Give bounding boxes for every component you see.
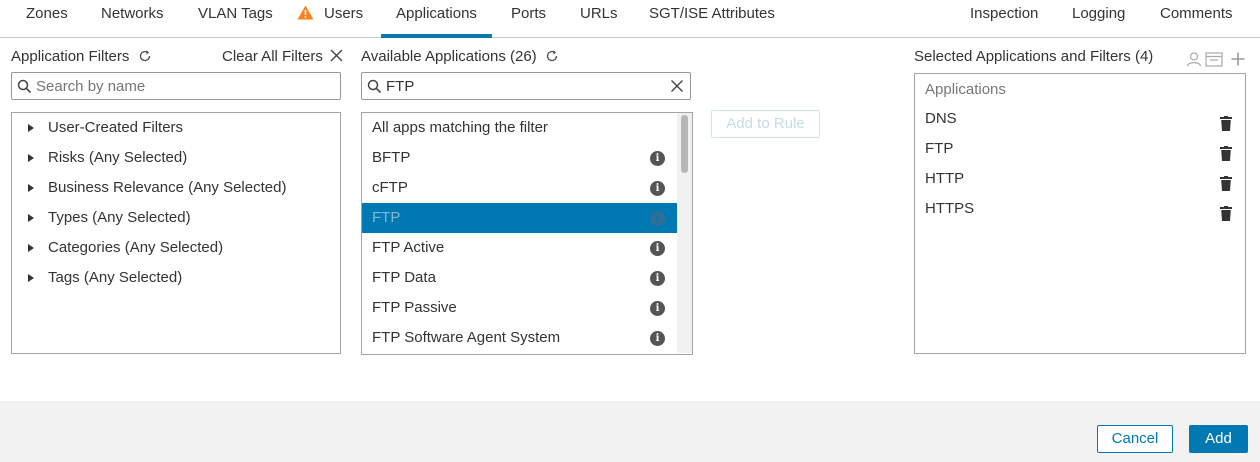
- selected-label: HTTPS: [925, 200, 975, 217]
- filter-folder-icon[interactable]: [1205, 51, 1223, 70]
- app-label: FTP Data: [372, 269, 436, 286]
- filter-search-box: [11, 72, 341, 100]
- filter-label: Tags (Any Selected): [48, 269, 183, 286]
- info-icon[interactable]: i: [650, 241, 665, 256]
- app-label: FTP Active: [372, 239, 445, 256]
- tab-logging[interactable]: Logging: [1072, 0, 1125, 38]
- filter-user-created[interactable]: User-Created Filters: [12, 113, 340, 143]
- selected-label: HTTP: [925, 170, 965, 187]
- app-label: FTP Software Agent System: [372, 329, 561, 346]
- filter-label: User-Created Filters: [48, 119, 184, 136]
- available-applications-title: Available Applications (26): [361, 48, 559, 68]
- selected-item-dns: DNS: [915, 104, 1245, 134]
- info-icon[interactable]: i: [650, 331, 665, 346]
- tab-applications[interactable]: Applications: [381, 0, 492, 38]
- application-filters-label: Application Filters: [11, 48, 130, 65]
- tab-urls[interactable]: URLs: [580, 0, 618, 38]
- expand-caret-icon: [28, 154, 34, 162]
- tab-sgt-ise-attributes[interactable]: SGT/ISE Attributes: [649, 0, 775, 38]
- list-item-all-matching[interactable]: All apps matching the filter: [362, 113, 677, 143]
- info-icon[interactable]: i: [650, 151, 665, 166]
- scrollbar[interactable]: [677, 113, 692, 353]
- tab-zones[interactable]: Zones: [26, 0, 68, 38]
- close-icon: [330, 49, 343, 67]
- filter-list: User-Created Filters Risks (Any Selected…: [11, 112, 341, 354]
- cancel-button[interactable]: Cancel: [1097, 425, 1173, 453]
- application-search-input[interactable]: [386, 75, 656, 97]
- expand-caret-icon: [28, 124, 34, 132]
- info-icon[interactable]: i: [650, 211, 665, 226]
- applications-section-label: Applications: [925, 81, 1006, 98]
- expand-caret-icon: [28, 274, 34, 282]
- add-button[interactable]: Add: [1189, 425, 1248, 453]
- refresh-icon[interactable]: [545, 49, 559, 68]
- dialog-footer: Cancel Add: [0, 401, 1260, 462]
- list-item[interactable]: FTP Passive i: [362, 293, 677, 323]
- available-applications-list: All apps matching the filter BFTP i cFTP i…: [361, 112, 693, 355]
- info-icon[interactable]: i: [650, 181, 665, 196]
- filter-label: Types (Any Selected): [48, 209, 191, 226]
- tab-users[interactable]: Users: [297, 0, 363, 38]
- info-icon[interactable]: i: [650, 271, 665, 286]
- trash-icon[interactable]: [1220, 202, 1232, 232]
- clear-all-filters-label: Clear All Filters: [222, 48, 323, 65]
- tab-ports[interactable]: Ports: [511, 0, 546, 38]
- list-item[interactable]: BFTP i: [362, 143, 677, 173]
- filter-types[interactable]: Types (Any Selected): [12, 203, 340, 233]
- app-label: FTP: [372, 209, 401, 226]
- tab-bar: Zones Networks VLAN Tags Users Applicati…: [0, 0, 1260, 38]
- warning-icon: [297, 2, 314, 30]
- plus-icon[interactable]: [1230, 51, 1246, 70]
- clear-all-filters-button[interactable]: Clear All Filters: [222, 48, 343, 67]
- add-to-rule-button[interactable]: Add to Rule: [711, 110, 820, 138]
- clear-search-icon[interactable]: [670, 79, 684, 96]
- app-label: All apps matching the filter: [372, 119, 548, 136]
- tab-networks[interactable]: Networks: [101, 0, 164, 38]
- list-item[interactable]: cFTP i: [362, 173, 677, 203]
- filter-business-relevance[interactable]: Business Relevance (Any Selected): [12, 173, 340, 203]
- user-icon[interactable]: [1186, 51, 1202, 70]
- filter-search-input[interactable]: [36, 75, 306, 97]
- filter-tags[interactable]: Tags (Any Selected): [12, 263, 340, 293]
- app-label: cFTP: [372, 179, 408, 196]
- selected-item-http: HTTP: [915, 164, 1245, 194]
- app-label: FTP Passive: [372, 299, 457, 316]
- selected-applications-list: Applications DNS FTP HTTP HTTPS: [914, 73, 1246, 354]
- scroll-thumb[interactable]: [681, 115, 688, 173]
- application-search-box: [361, 72, 691, 100]
- filter-label: Business Relevance (Any Selected): [48, 179, 287, 196]
- info-icon[interactable]: i: [650, 301, 665, 316]
- filter-label: Categories (Any Selected): [48, 239, 224, 256]
- filter-categories[interactable]: Categories (Any Selected): [12, 233, 340, 263]
- search-icon: [367, 79, 382, 97]
- expand-caret-icon: [28, 184, 34, 192]
- search-icon: [17, 79, 32, 97]
- tab-users-label: Users: [324, 5, 364, 22]
- refresh-icon[interactable]: [138, 49, 152, 68]
- tab-inspection[interactable]: Inspection: [970, 0, 1038, 38]
- list-item[interactable]: FTP Active i: [362, 233, 677, 263]
- available-applications-label: Available Applications (26): [361, 48, 537, 65]
- list-item-selected[interactable]: FTP i: [362, 203, 677, 233]
- selected-applications-title: Selected Applications and Filters (4): [914, 48, 1154, 65]
- expand-caret-icon: [28, 214, 34, 222]
- filter-label: Risks (Any Selected): [48, 149, 188, 166]
- application-filters-title: Application Filters: [11, 48, 152, 68]
- list-item[interactable]: FTP Data i: [362, 263, 677, 293]
- list-item[interactable]: FTP Software Agent System i: [362, 323, 677, 353]
- app-label: BFTP: [372, 149, 411, 166]
- selected-label: DNS: [925, 110, 957, 127]
- expand-caret-icon: [28, 244, 34, 252]
- selected-item-https: HTTPS: [915, 194, 1245, 224]
- selected-label: FTP: [925, 140, 954, 157]
- tab-comments[interactable]: Comments: [1160, 0, 1233, 38]
- selected-item-ftp: FTP: [915, 134, 1245, 164]
- tab-vlan-tags[interactable]: VLAN Tags: [198, 0, 273, 38]
- filter-risks[interactable]: Risks (Any Selected): [12, 143, 340, 173]
